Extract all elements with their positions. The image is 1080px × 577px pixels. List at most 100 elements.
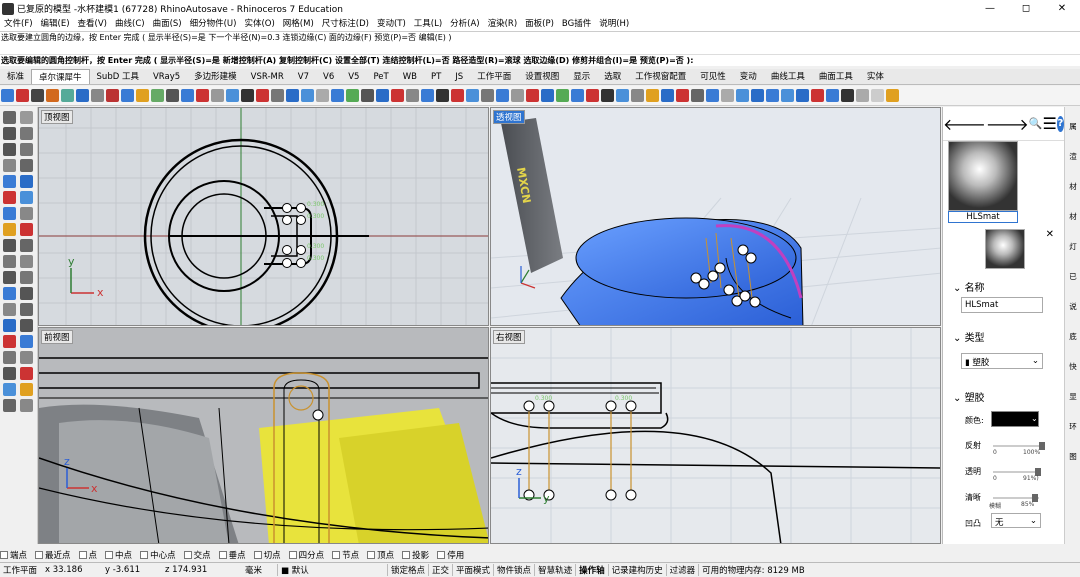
- tool-icon[interactable]: [361, 89, 374, 102]
- tool-icon[interactable]: [616, 89, 629, 102]
- tool-icon[interactable]: [631, 89, 644, 102]
- tab-transform[interactable]: 变动: [733, 69, 764, 84]
- tab-standard[interactable]: 标准: [0, 69, 31, 84]
- menu-render[interactable]: 渲染(R): [484, 17, 522, 31]
- type-section-header[interactable]: ⌄ 类型: [953, 329, 985, 344]
- tool-icon[interactable]: [1, 89, 14, 102]
- tab-curve-tools[interactable]: 曲线工具: [764, 69, 812, 84]
- tool-icon[interactable]: [856, 89, 869, 102]
- osnap-perp[interactable]: 垂点: [218, 549, 246, 561]
- tool-icon[interactable]: [166, 89, 179, 102]
- tab-polygon[interactable]: 多边形建模: [187, 69, 244, 84]
- status-cplane[interactable]: 工作平面: [0, 564, 42, 576]
- tool-icon[interactable]: [61, 89, 74, 102]
- status-filter[interactable]: 过滤器: [665, 564, 699, 576]
- tab-textures[interactable]: 图: [1065, 437, 1080, 467]
- explode-icon[interactable]: [20, 255, 33, 268]
- osnap-vertex[interactable]: 顶点: [367, 549, 394, 561]
- tool-icon[interactable]: [91, 89, 104, 102]
- tool-icon[interactable]: [316, 89, 329, 102]
- status-ortho[interactable]: 正交: [428, 564, 452, 576]
- tool-icon[interactable]: [121, 89, 134, 102]
- tool-icon[interactable]: [256, 89, 269, 102]
- menu-help[interactable]: 说明(H): [595, 17, 633, 31]
- minimize-button[interactable]: —: [972, 3, 1008, 14]
- tab-display[interactable]: 显: [1065, 377, 1080, 407]
- bump-select[interactable]: 无 ⌄: [991, 513, 1041, 528]
- osnap-near[interactable]: 最近点: [35, 549, 71, 561]
- tab-cplane[interactable]: 工作平面: [470, 69, 518, 84]
- tool-icon[interactable]: [676, 89, 689, 102]
- analyze-icon[interactable]: [3, 335, 16, 348]
- hide-icon[interactable]: [3, 367, 16, 380]
- tool-icon[interactable]: [16, 89, 29, 102]
- point-icon[interactable]: [20, 111, 33, 124]
- sphere-icon[interactable]: [20, 191, 33, 204]
- viewport-right[interactable]: 右视图 0.300 0.300 y z: [490, 327, 941, 544]
- osnap-int[interactable]: 交点: [183, 549, 211, 561]
- material-name-field[interactable]: HLSmat: [961, 297, 1043, 313]
- tool-icon[interactable]: [466, 89, 479, 102]
- tool-icon[interactable]: [196, 89, 209, 102]
- history-icon[interactable]: [20, 399, 33, 412]
- tool-icon[interactable]: [376, 89, 389, 102]
- forward-arrow-icon[interactable]: 🡒: [986, 114, 1029, 134]
- viewport-perspective[interactable]: 透视图 MXCN: [490, 107, 941, 326]
- osnap-mid[interactable]: 中点: [105, 549, 132, 561]
- tool-icon[interactable]: [721, 89, 734, 102]
- tool-icon[interactable]: [436, 89, 449, 102]
- tool-icon[interactable]: [811, 89, 824, 102]
- tool-icon[interactable]: [736, 89, 749, 102]
- trim-icon[interactable]: [3, 239, 16, 252]
- status-layer[interactable]: ■ 默认: [277, 564, 387, 576]
- array-icon[interactable]: [20, 303, 33, 316]
- viewport-label-perspective[interactable]: 透视图: [493, 110, 525, 124]
- status-gumball[interactable]: 操作轴: [575, 564, 608, 576]
- tab-pet[interactable]: PeT: [366, 69, 395, 84]
- osnap-center[interactable]: 中心点: [140, 549, 176, 561]
- polygon-icon[interactable]: [20, 159, 33, 172]
- curve-icon[interactable]: [20, 127, 33, 140]
- tool-icon[interactable]: [151, 89, 164, 102]
- tab-v6[interactable]: V6: [316, 69, 341, 84]
- plastic-section-header[interactable]: ⌄ 塑胶: [953, 389, 985, 404]
- tool-icon[interactable]: [586, 89, 599, 102]
- circle-icon[interactable]: [3, 143, 16, 156]
- viewport-label-right[interactable]: 右视图: [493, 330, 525, 344]
- layer-icon[interactable]: [3, 351, 16, 364]
- name-section-header[interactable]: ⌄ 名称: [953, 279, 985, 294]
- group-icon[interactable]: [20, 351, 33, 364]
- status-grid-snap[interactable]: 锁定格点: [387, 564, 428, 576]
- osnap-disable[interactable]: 停用: [437, 549, 464, 561]
- menu-file[interactable]: 文件(F): [0, 17, 37, 31]
- osnap-quad[interactable]: 四分点: [288, 549, 324, 561]
- tab-js[interactable]: JS: [448, 69, 470, 84]
- menu-solid[interactable]: 实体(O): [240, 17, 278, 31]
- tool-icon[interactable]: [241, 89, 254, 102]
- tool-icon[interactable]: [556, 89, 569, 102]
- tab-materials-2[interactable]: 材: [1065, 197, 1080, 227]
- tab-select[interactable]: 选取: [597, 69, 628, 84]
- tab-subd-tools[interactable]: SubD 工具: [90, 69, 146, 84]
- close-preview-icon[interactable]: ✕: [1046, 229, 1054, 240]
- command-prompt[interactable]: 选取要编辑的圆角控制杆，按 Enter 完成 ( 显示半径(S)=是 新增控制杆…: [0, 54, 1080, 66]
- tab-snapshots[interactable]: 快: [1065, 347, 1080, 377]
- loft-icon[interactable]: [20, 175, 33, 188]
- tool-icon[interactable]: [301, 89, 314, 102]
- clarity-slider[interactable]: [993, 494, 1039, 502]
- search-icon[interactable]: 🔍: [1029, 117, 1043, 130]
- menu-dimension[interactable]: 尺寸标注(D): [318, 17, 373, 31]
- tab-render[interactable]: 渲: [1065, 137, 1080, 167]
- tool-icon[interactable]: [136, 89, 149, 102]
- surface-icon[interactable]: [3, 175, 16, 188]
- menu-curve[interactable]: 曲线(C): [111, 17, 149, 31]
- restore-button[interactable]: ◻: [1008, 3, 1044, 14]
- rectangle-icon[interactable]: [3, 159, 16, 172]
- tool-icon[interactable]: [421, 89, 434, 102]
- tab-display[interactable]: 显示: [566, 69, 597, 84]
- offset-icon[interactable]: [3, 383, 16, 396]
- copy-icon[interactable]: [20, 271, 33, 284]
- lock-icon[interactable]: [20, 367, 33, 380]
- menu-panels[interactable]: 面板(P): [521, 17, 558, 31]
- viewport-front[interactable]: 前视图 x z: [38, 327, 489, 544]
